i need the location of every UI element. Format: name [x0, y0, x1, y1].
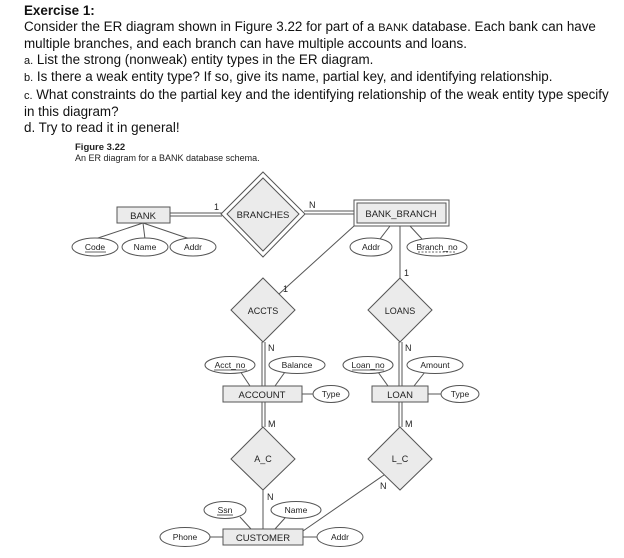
edge-account-balance	[274, 371, 286, 387]
label-phone: Phone	[173, 532, 198, 542]
card-branch-accts: 1	[283, 284, 288, 294]
edge-branch-accts	[278, 225, 355, 295]
card-ac-customer: N	[267, 492, 274, 502]
card-loans-loan: N	[405, 343, 412, 353]
label-code: Code	[85, 242, 106, 252]
label-branch-no: Branch_no	[416, 242, 457, 252]
label-loan-type: Type	[451, 389, 470, 399]
edge-branch-no	[409, 225, 423, 240]
label-account-type: Type	[322, 389, 341, 399]
label-acct-no: Acct_no	[215, 360, 246, 370]
label-accts: ACCTS	[248, 306, 279, 316]
label-bank-addr: Addr	[184, 242, 202, 252]
edge-branch-addr	[379, 225, 391, 240]
label-loans: LOANS	[385, 306, 416, 316]
label-bank-name: Name	[134, 242, 157, 252]
card-account-ac: M	[268, 419, 276, 429]
er-diagram: BANK BANK_BRANCH ACCOUNT LOAN CUSTOMER B…	[71, 171, 480, 547]
label-customer: CUSTOMER	[236, 533, 290, 544]
edge-bank-addr	[142, 222, 191, 240]
label-bank-branch: BANK_BRANCH	[365, 209, 436, 220]
label-amount: Amount	[420, 360, 450, 370]
label-ssn: Ssn	[218, 505, 233, 515]
label-bank: BANK	[130, 211, 157, 222]
label-account: ACCOUNT	[239, 390, 286, 401]
edge-customer-name	[274, 517, 286, 530]
label-customer-name: Name	[285, 505, 308, 515]
edge-loan-loanno	[377, 371, 389, 387]
edge-account-acctno	[239, 370, 251, 387]
card-branch-loans: 1	[404, 268, 409, 278]
card-branches-branch: N	[309, 200, 316, 210]
edge-lc-customer	[302, 474, 385, 532]
edge-bank-code	[94, 222, 144, 240]
edge-customer-ssn	[239, 516, 252, 530]
label-a-c: A_C	[254, 454, 272, 464]
card-loan-lc: M	[405, 419, 413, 429]
label-loan-no: Loan_no	[351, 360, 384, 370]
edge-loan-amount	[413, 371, 426, 387]
label-l-c: L_C	[392, 454, 409, 464]
label-branch-addr: Addr	[362, 242, 380, 252]
label-balance: Balance	[282, 360, 313, 370]
label-branches: BRANCHES	[237, 210, 290, 221]
card-bank-branches: 1	[214, 202, 219, 212]
card-accts-account: N	[268, 343, 275, 353]
card-lc-customer: N	[380, 481, 387, 491]
edge-bank-name	[142, 222, 146, 240]
label-customer-addr: Addr	[331, 532, 349, 542]
label-loan: LOAN	[387, 390, 413, 401]
